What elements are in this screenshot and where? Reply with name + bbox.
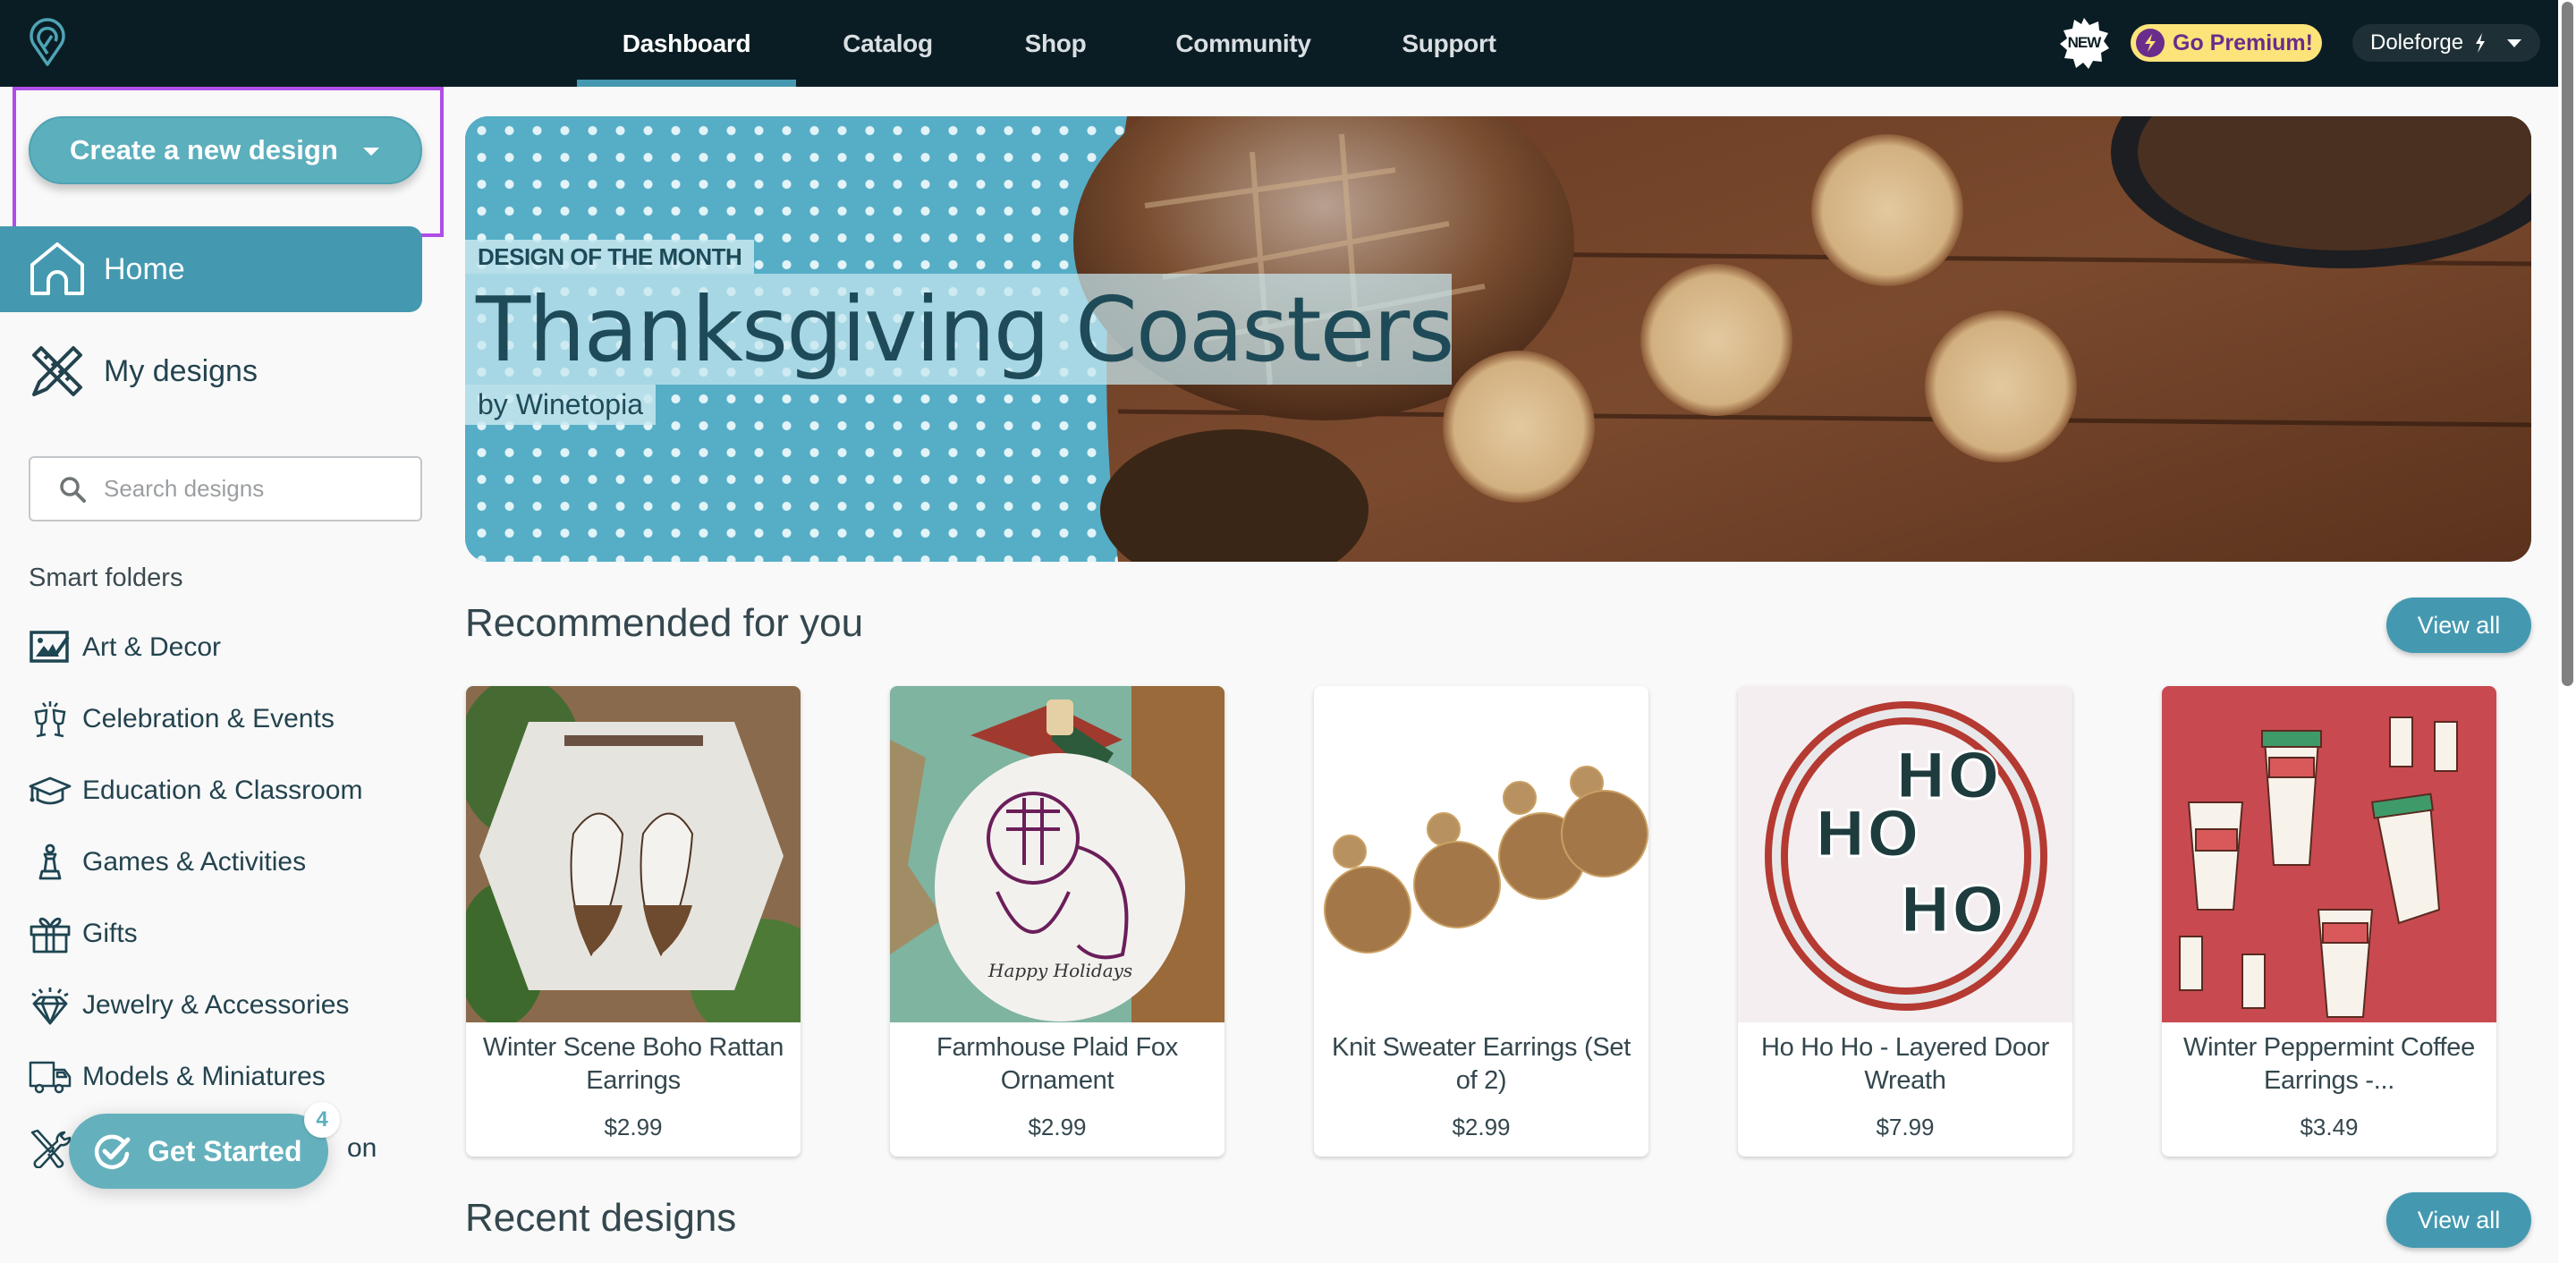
folder-label: Games & Activities [82,847,307,877]
go-premium-label: Go Premium! [2173,30,2313,55]
graduation-cap-icon [29,776,72,805]
product-image: HO HO HO [1738,686,2072,1022]
product-card[interactable]: HO HO HO Ho Ho Ho - Layered Door Wreath … [1738,686,2072,1157]
get-started-button[interactable]: Get Started [69,1114,328,1189]
design-of-the-month-banner[interactable]: DESIGN OF THE MONTH Thanksgiving Coaster… [465,116,2531,562]
product-name: Winter Scene Boho Rattan Earrings [482,1033,784,1095]
gift-icon [30,917,71,954]
product-price: $2.99 [604,1114,663,1140]
search-designs-field[interactable] [29,456,422,521]
home-icon [30,242,84,295]
user-name: Doleforge [2370,30,2464,55]
ruler-pencil-icon [32,346,82,396]
recommended-heading: Recommended for you [465,601,864,645]
sidebar-item-label: Home [104,251,185,286]
product-price: $3.49 [2300,1114,2359,1140]
top-navbar: Dashboard Catalog Shop Community Support… [0,0,2558,87]
sidebar-folder-jewelry[interactable]: Jewelry & Accessories [29,979,422,1032]
nav-dashboard[interactable]: Dashboard [577,0,796,87]
lightning-icon [2136,29,2165,57]
nav-community[interactable]: Community [1154,0,1333,87]
sidebar-item-my-designs[interactable]: My designs [0,331,422,411]
product-name: Winter Peppermint Coffee Earrings -... [2183,1033,2475,1095]
product-name: Knit Sweater Earrings (Set of 2) [1332,1033,1631,1095]
get-started-count-badge: 4 [304,1102,340,1138]
nav-catalog[interactable]: Catalog [823,0,953,87]
truck-icon [29,1061,72,1094]
chess-piece-icon [38,843,62,880]
banner-title: Thanksgiving Coasters [465,274,1454,385]
user-menu-dropdown[interactable]: Doleforge [2352,24,2506,62]
product-price: $7.99 [1876,1114,1935,1140]
tools-icon [30,1129,72,1168]
product-card[interactable]: Knit Sweater Earrings (Set of 2) $2.99 [1314,686,1648,1157]
product-image: Happy Holidays [890,686,1224,1022]
nav-shop[interactable]: Shop [1002,0,1109,87]
art-frame-icon [30,631,70,663]
scrollbar-thumb[interactable] [2562,2,2573,686]
go-premium-button[interactable]: Go Premium! [2131,24,2322,62]
sidebar-folder-gifts[interactable]: Gifts [29,907,422,961]
banner-eyebrow: DESIGN OF THE MONTH [465,240,755,274]
search-designs-input[interactable] [104,475,390,503]
product-name: Farmhouse Plaid Fox Ornament [936,1033,1178,1095]
product-card[interactable]: Winter Scene Boho Rattan Earrings $2.99 [466,686,801,1157]
new-badge[interactable]: NEW [2057,16,2111,70]
lightning-icon [2476,33,2486,53]
chevron-down-icon [363,148,379,156]
nav-support[interactable]: Support [1377,0,1521,87]
sidebar-item-home[interactable]: Home [0,226,422,312]
product-image [466,686,801,1022]
pin-logo-icon[interactable] [27,16,68,66]
smart-folders-heading: Smart folders [29,564,183,592]
new-badge-label: NEW [2067,34,2102,51]
svg-text:HO: HO [1899,874,2004,947]
product-card[interactable]: Happy Holidays Farmhouse Plaid Fox Ornam… [890,686,1224,1157]
folder-label: Gifts [82,919,138,948]
banner-author: by Winetopia [465,385,656,425]
sidebar-folder-models[interactable]: Models & Miniatures [29,1050,422,1104]
sidebar-folder-celebration[interactable]: Celebration & Events [29,692,422,746]
sidebar-folder-education[interactable]: Education & Classroom [29,764,422,818]
svg-text:Happy Holidays: Happy Holidays [987,960,1132,981]
product-name: Ho Ho Ho - Layered Door Wreath [1761,1033,2049,1095]
recent-view-all-button[interactable]: View all [2386,1192,2531,1248]
create-new-design-button[interactable]: Create a new design [29,116,422,184]
product-card[interactable]: Winter Peppermint Coffee Earrings -... $… [2162,686,2496,1157]
folder-label: Models & Miniatures [82,1062,326,1091]
folder-label: Celebration & Events [82,704,335,733]
diamond-icon [31,988,69,1025]
product-image [2162,686,2496,1022]
champagne-glasses-icon [34,701,66,738]
folder-label: Jewelry & Accessories [82,990,350,1020]
create-new-design-label: Create a new design [70,134,338,165]
page-scrollbar[interactable] [2558,0,2576,1263]
product-price: $2.99 [1452,1114,1511,1140]
folder-label: on [347,1133,377,1163]
folder-label: Art & Decor [82,632,222,662]
recommended-view-all-button[interactable]: View all [2386,598,2531,653]
svg-text:HO: HO [1894,740,2000,813]
product-price: $2.99 [1028,1114,1087,1140]
get-started-label: Get Started [148,1134,302,1167]
folder-label: Education & Classroom [82,776,363,805]
sidebar-folder-games[interactable]: Games & Activities [29,835,422,889]
check-circle-icon [94,1134,131,1170]
sidebar-folder-art-decor[interactable]: Art & Decor [29,621,422,674]
product-image [1314,686,1648,1022]
sidebar-item-label: My designs [104,353,258,388]
chevron-down-icon[interactable] [2507,39,2521,47]
recent-designs-heading: Recent designs [465,1196,737,1240]
search-icon [60,476,86,503]
